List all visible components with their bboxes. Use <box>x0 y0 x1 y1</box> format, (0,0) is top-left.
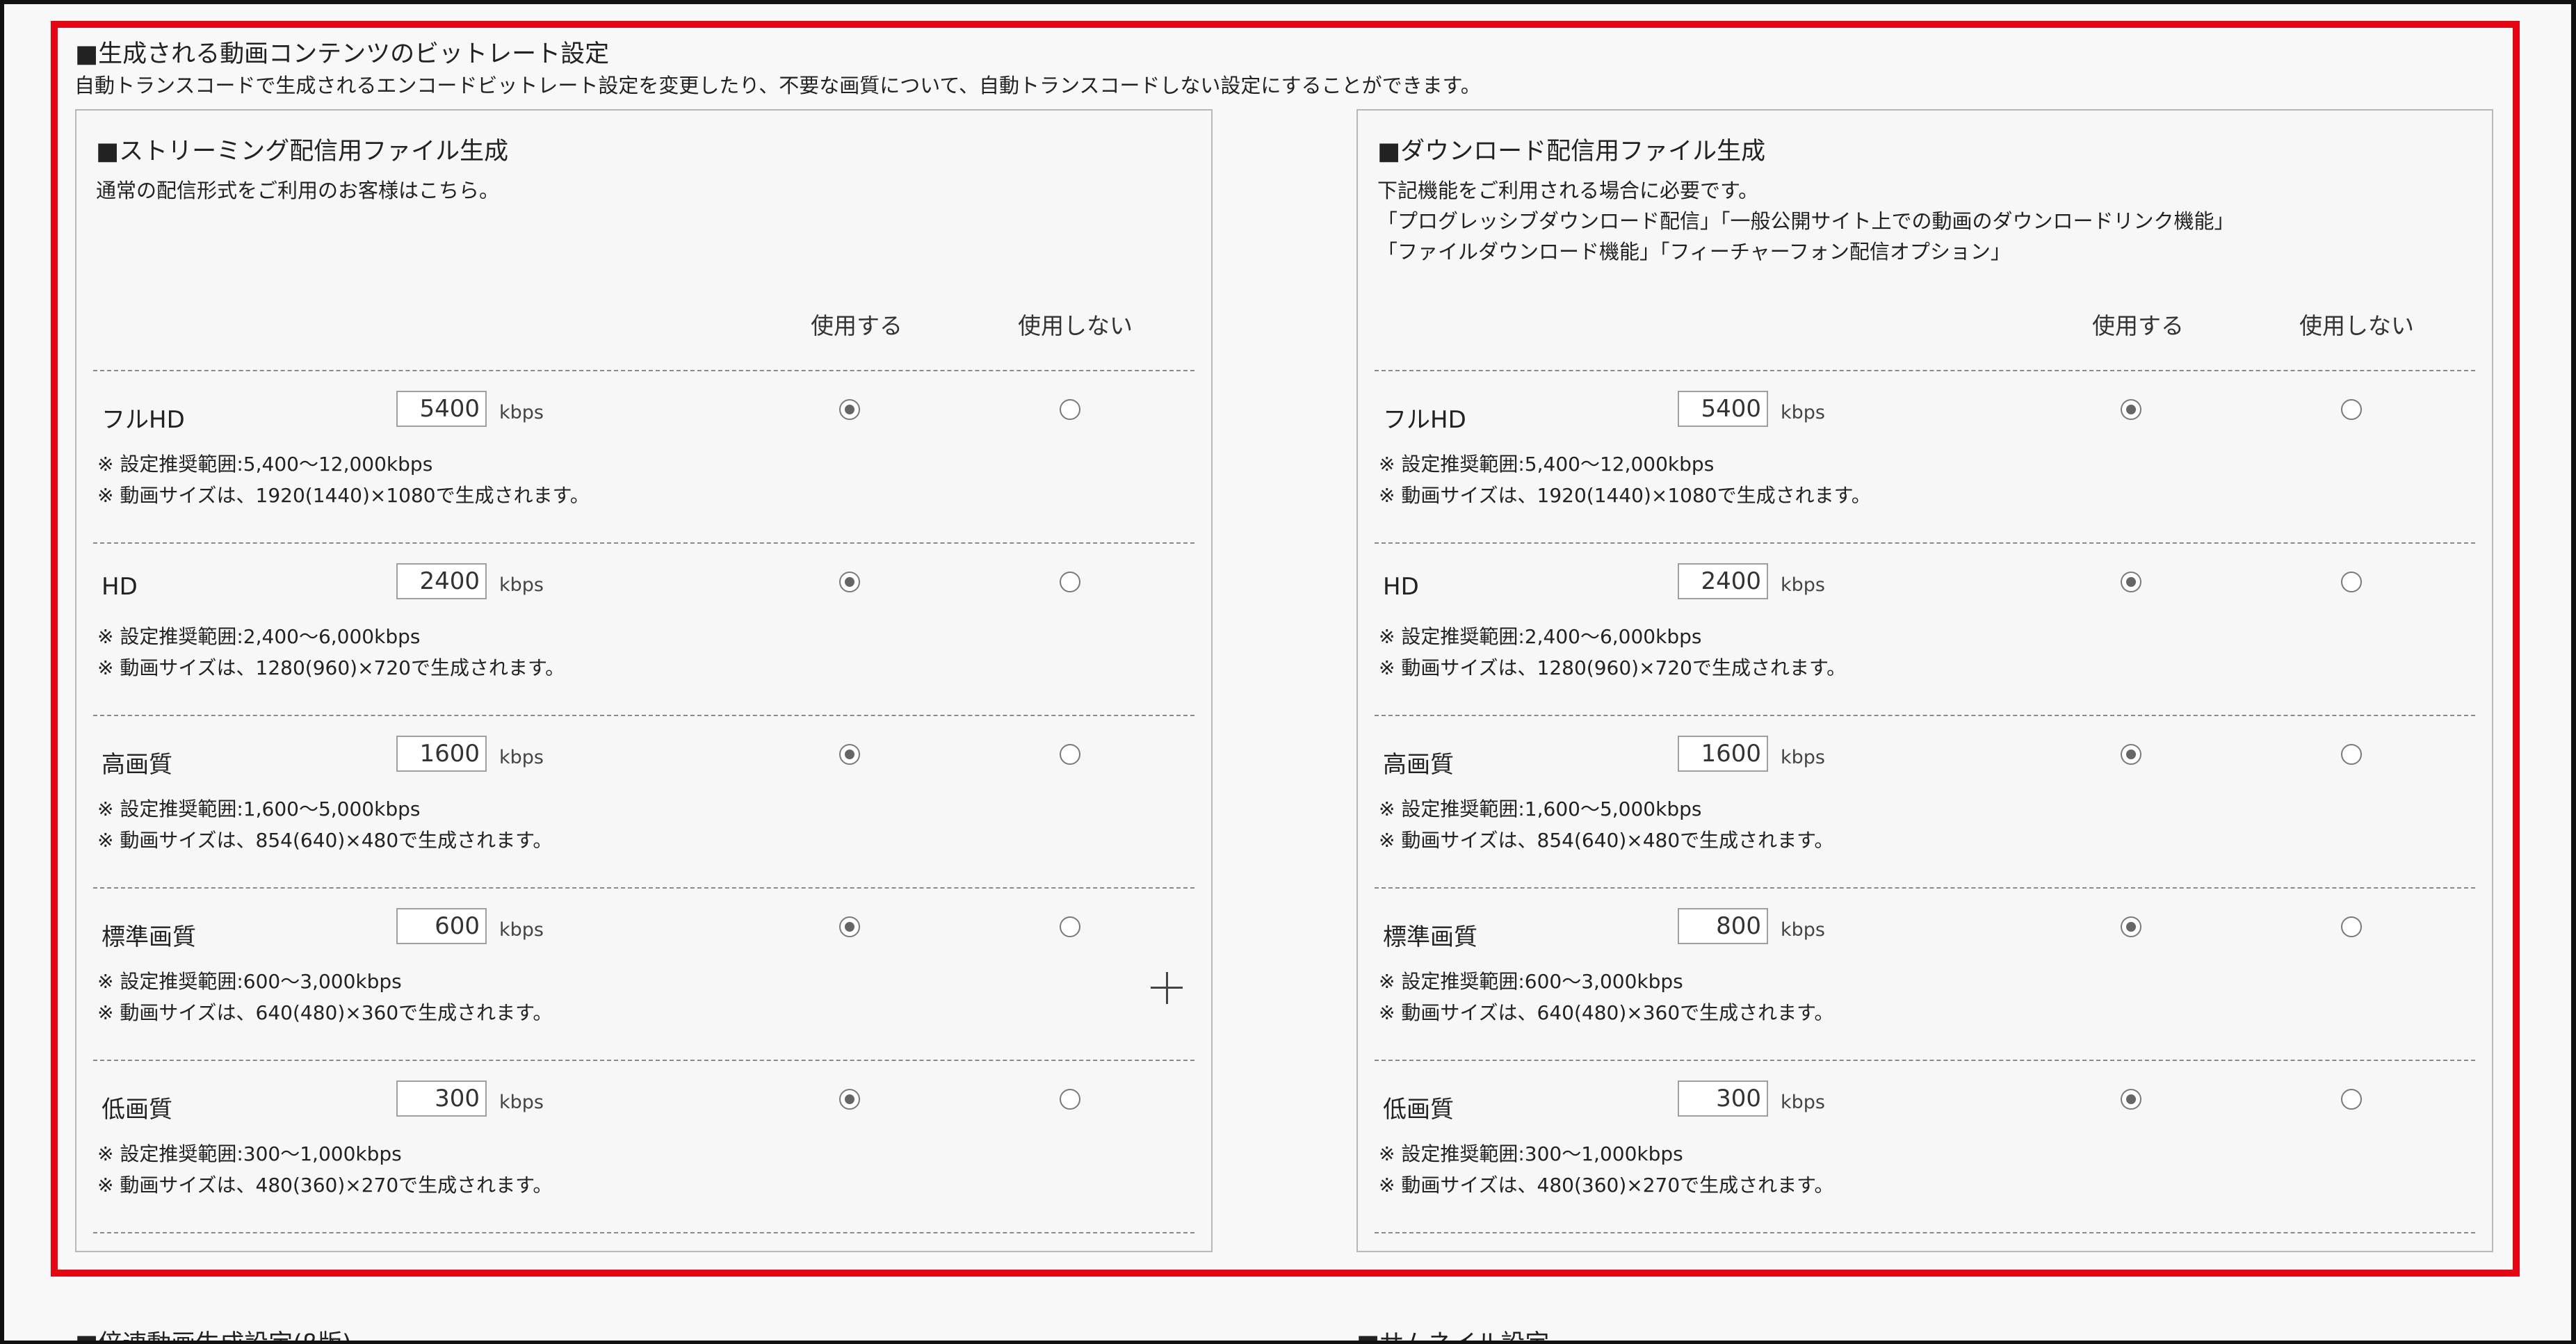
bitrate-row: HD kbps ※ 設定推奨範囲:2,400〜6,000kbps ※ 動画サイズは、1… <box>1358 544 2492 716</box>
video-size-note: ※ 動画サイズは、480(360)×270で生成されます。 <box>97 1174 553 1197</box>
video-size-note: ※ 動画サイズは、854(640)×480で生成されます。 <box>1379 829 1834 852</box>
radio-use[interactable] <box>2121 1089 2141 1110</box>
bitrate-row: フルHD kbps ※ 設定推奨範囲:5,400〜12,000kbps ※ 動画サイズ… <box>1358 371 2492 544</box>
radio-not-use[interactable] <box>1060 399 1080 420</box>
unit-label: kbps <box>499 1092 544 1113</box>
radio-use[interactable] <box>839 916 860 937</box>
radio-not-use[interactable] <box>1060 744 1080 765</box>
bitrate-row: HD kbps ※ 設定推奨範囲:2,400〜6,000kbps ※ 動画サイズは、1… <box>76 544 1211 716</box>
quality-label: HD <box>1383 573 1419 601</box>
section-description: 自動トランスコードで生成されるエンコードビットレート設定を変更したり、不要な画質… <box>74 74 1481 97</box>
quality-label: 低画質 <box>1383 1096 1454 1124</box>
video-size-note: ※ 動画サイズは、1280(960)×720で生成されます。 <box>97 656 565 679</box>
recommended-range-note: ※ 設定推奨範囲:1,600〜5,000kbps <box>97 798 421 820</box>
column-header-not-use: 使用しない <box>2299 312 2414 339</box>
quality-label: 低画質 <box>102 1096 172 1124</box>
streaming-panel-description: 通常の配信形式をご利用のお客様はこちら。 <box>96 179 500 202</box>
bitrate-input[interactable] <box>1678 908 1768 944</box>
unit-label: kbps <box>499 747 544 768</box>
radio-not-use[interactable] <box>2341 572 2362 592</box>
radio-not-use[interactable] <box>1060 572 1080 592</box>
column-header-not-use: 使用しない <box>1018 312 1133 339</box>
bitrate-input[interactable] <box>396 736 487 772</box>
video-size-note: ※ 動画サイズは、1920(1440)×1080で生成されます。 <box>97 484 590 507</box>
next-section-title-left: ■倍速動画生成設定(β版) <box>75 1330 352 1344</box>
video-size-note: ※ 動画サイズは、640(480)×360で生成されます。 <box>1379 1001 1834 1024</box>
recommended-range-note: ※ 設定推奨範囲:1,600〜5,000kbps <box>1379 798 1702 820</box>
recommended-range-note: ※ 設定推奨範囲:300〜1,000kbps <box>1379 1142 1683 1165</box>
video-size-note: ※ 動画サイズは、640(480)×360で生成されます。 <box>97 1001 553 1024</box>
quality-label: 標準画質 <box>102 923 196 951</box>
column-header-use: 使用する <box>811 312 902 339</box>
unit-label: kbps <box>499 574 544 596</box>
video-size-note: ※ 動画サイズは、1920(1440)×1080で生成されます。 <box>1379 484 1871 507</box>
download-panel-description: 下記機能をご利用される場合に必要です。 <box>1377 179 1759 202</box>
bitrate-row: 標準画質 kbps ※ 設定推奨範囲:600〜3,000kbps ※ 動画サイズは、6… <box>76 889 1211 1061</box>
streaming-panel: ■ストリーミング配信用ファイル生成通常の配信形式をご利用のお客様はこちら。使用す… <box>75 109 1213 1252</box>
radio-not-use[interactable] <box>2341 916 2362 937</box>
bitrate-input[interactable] <box>1678 563 1768 599</box>
bitrate-input[interactable] <box>1678 391 1768 427</box>
download-panel: ■ダウンロード配信用ファイル生成下記機能をご利用される場合に必要です。「プログレ… <box>1356 109 2493 1252</box>
recommended-range-note: ※ 設定推奨範囲:2,400〜6,000kbps <box>1379 625 1702 648</box>
radio-use[interactable] <box>839 1089 860 1110</box>
unit-label: kbps <box>499 402 544 423</box>
radio-use[interactable] <box>2121 399 2141 420</box>
recommended-range-note: ※ 設定推奨範囲:300〜1,000kbps <box>97 1142 402 1165</box>
bitrate-row: 低画質 kbps ※ 設定推奨範囲:300〜1,000kbps ※ 動画サイズは、48… <box>76 1061 1211 1233</box>
bitrate-row: 高画質 kbps ※ 設定推奨範囲:1,600〜5,000kbps ※ 動画サイズは、… <box>76 716 1211 889</box>
unit-label: kbps <box>1781 1092 1825 1113</box>
video-size-note: ※ 動画サイズは、1280(960)×720で生成されます。 <box>1379 656 1847 679</box>
next-section-title-right: ■サムネイル設定 <box>1356 1330 1550 1344</box>
unit-label: kbps <box>1781 574 1825 596</box>
section-title: ■生成される動画コンテンツのビットレート設定 <box>75 40 610 68</box>
quality-label: 標準画質 <box>1383 923 1477 951</box>
download-panel-description: 「プログレッシブダウンロード配信」「一般公開サイト上での動画のダウンロードリンク… <box>1377 209 2235 233</box>
radio-use[interactable] <box>2121 744 2141 765</box>
video-size-note: ※ 動画サイズは、854(640)×480で生成されます。 <box>97 829 553 852</box>
recommended-range-note: ※ 設定推奨範囲:2,400〜6,000kbps <box>97 625 421 648</box>
bitrate-input[interactable] <box>1678 736 1768 772</box>
recommended-range-note: ※ 設定推奨範囲:600〜3,000kbps <box>1379 970 1683 993</box>
unit-label: kbps <box>1781 402 1825 423</box>
download-panel-title: ■ダウンロード配信用ファイル生成 <box>1377 138 1766 165</box>
bitrate-input[interactable] <box>1678 1080 1768 1117</box>
bitrate-input[interactable] <box>396 1080 487 1117</box>
bitrate-row: 標準画質 kbps ※ 設定推奨範囲:600〜3,000kbps ※ 動画サイズは、6… <box>1358 889 2492 1061</box>
streaming-panel-title: ■ストリーミング配信用ファイル生成 <box>96 138 509 165</box>
bitrate-input[interactable] <box>396 391 487 427</box>
recommended-range-note: ※ 設定推奨範囲:5,400〜12,000kbps <box>1379 453 1715 476</box>
quality-label: HD <box>102 573 138 601</box>
radio-not-use[interactable] <box>2341 744 2362 765</box>
unit-label: kbps <box>1781 919 1825 941</box>
quality-label: フルHD <box>1383 406 1466 434</box>
video-size-note: ※ 動画サイズは、480(360)×270で生成されます。 <box>1379 1174 1834 1197</box>
radio-use[interactable] <box>2121 916 2141 937</box>
bitrate-row: フルHD kbps ※ 設定推奨範囲:5,400〜12,000kbps ※ 動画サイズ… <box>76 371 1211 544</box>
bitrate-row: 高画質 kbps ※ 設定推奨範囲:1,600〜5,000kbps ※ 動画サイズは、… <box>1358 716 2492 889</box>
column-header-use: 使用する <box>2092 312 2184 339</box>
crosshair-cursor-icon <box>1151 972 1183 1004</box>
bitrate-input[interactable] <box>396 908 487 944</box>
bitrate-input[interactable] <box>396 563 487 599</box>
quality-label: 高画質 <box>102 751 172 779</box>
recommended-range-note: ※ 設定推奨範囲:600〜3,000kbps <box>97 970 402 993</box>
radio-not-use[interactable] <box>1060 916 1080 937</box>
radio-use[interactable] <box>839 572 860 592</box>
radio-use[interactable] <box>839 399 860 420</box>
unit-label: kbps <box>499 919 544 941</box>
radio-not-use[interactable] <box>2341 399 2362 420</box>
radio-use[interactable] <box>2121 572 2141 592</box>
download-panel-description: 「ファイルダウンロード機能」「フィーチャーフォン配信オプション」 <box>1377 240 2011 264</box>
radio-not-use[interactable] <box>1060 1089 1080 1110</box>
quality-label: 高画質 <box>1383 751 1454 779</box>
radio-use[interactable] <box>839 744 860 765</box>
radio-not-use[interactable] <box>2341 1089 2362 1110</box>
unit-label: kbps <box>1781 747 1825 768</box>
recommended-range-note: ※ 設定推奨範囲:5,400〜12,000kbps <box>97 453 433 476</box>
quality-label: フルHD <box>102 406 185 434</box>
bitrate-row: 低画質 kbps ※ 設定推奨範囲:300〜1,000kbps ※ 動画サイズは、48… <box>1358 1061 2492 1233</box>
